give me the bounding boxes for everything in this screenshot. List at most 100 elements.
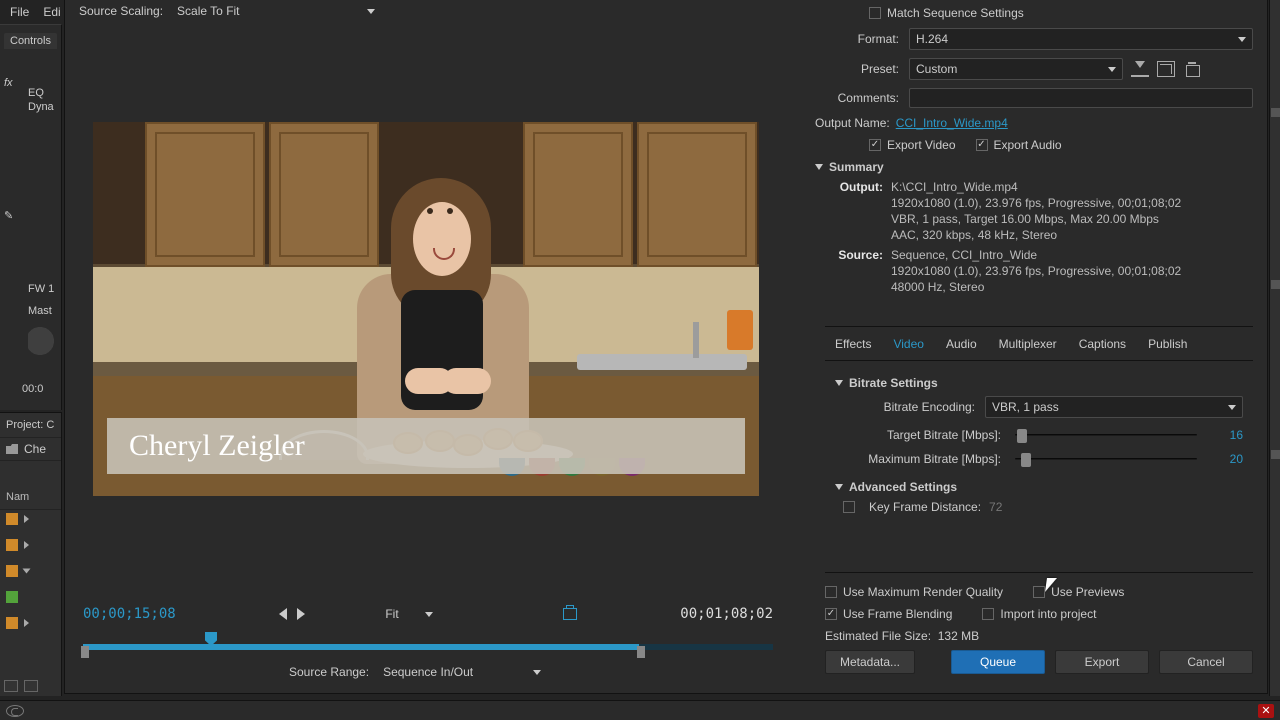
bin-row[interactable] xyxy=(0,536,61,554)
effect-eq[interactable]: EQ xyxy=(28,87,44,99)
step-back-icon[interactable] xyxy=(279,608,287,620)
output-name-link[interactable]: CCI_Intro_Wide.mp4 xyxy=(896,116,1008,130)
label-master: Mast xyxy=(28,305,52,317)
status-bar: ✕ xyxy=(0,700,1280,720)
fx-badge-icon: fx xyxy=(4,77,20,89)
close-icon[interactable]: ✕ xyxy=(1258,704,1274,718)
timecode-current[interactable]: 00;00;15;08 xyxy=(83,606,176,622)
target-bitrate-label: Target Bitrate [Mbps]: xyxy=(835,428,1015,442)
tab-effect-controls[interactable]: Controls xyxy=(4,33,57,49)
out-point-handle[interactable] xyxy=(637,646,645,658)
effect-dynamics[interactable]: Dyna xyxy=(28,101,54,113)
tab-multiplexer[interactable]: Multiplexer xyxy=(995,327,1061,361)
bitrate-section-header[interactable]: Bitrate Settings xyxy=(835,376,1243,390)
icon-view-icon[interactable] xyxy=(24,680,38,692)
advanced-section-header[interactable]: Advanced Settings xyxy=(835,480,1243,494)
tab-effects[interactable]: Effects xyxy=(831,327,875,361)
chevron-down-icon xyxy=(425,612,433,617)
queue-button[interactable]: Queue xyxy=(951,650,1045,674)
zoom-fit-dropdown[interactable]: Fit xyxy=(379,606,438,622)
estimated-size-label: Estimated File Size: xyxy=(825,629,931,643)
delete-preset-icon[interactable] xyxy=(1183,61,1201,77)
timeline-scrubber[interactable] xyxy=(83,632,773,660)
chevron-down-icon xyxy=(835,380,843,386)
source-range-dropdown[interactable]: Sequence In/Out xyxy=(377,664,547,680)
max-bitrate-value[interactable]: 20 xyxy=(1197,452,1243,466)
tab-publish[interactable]: Publish xyxy=(1144,327,1191,361)
bin-row[interactable] xyxy=(0,510,61,528)
menu-file[interactable]: File xyxy=(10,5,29,19)
cancel-button[interactable]: Cancel xyxy=(1159,650,1253,674)
target-bitrate-slider[interactable] xyxy=(1015,434,1197,436)
keyframe-distance-value: 72 xyxy=(989,500,1002,514)
source-range-label: Source Range: xyxy=(289,665,369,679)
step-forward-icon[interactable] xyxy=(297,608,305,620)
format-dropdown[interactable]: H.264 xyxy=(909,28,1253,50)
label-match-sequence: Match Sequence Settings xyxy=(887,6,1024,20)
chevron-down-icon xyxy=(1228,405,1236,410)
label-fw: FW 1 xyxy=(28,283,54,295)
timecode-duration: 00;01;08;02 xyxy=(680,606,773,622)
preview-monitor[interactable]: Cheryl Zeigler xyxy=(93,122,759,496)
creative-cloud-icon[interactable] xyxy=(6,705,24,717)
list-view-icon[interactable] xyxy=(4,680,18,692)
checkbox-max-render[interactable] xyxy=(825,586,837,598)
estimated-size-value: 132 MB xyxy=(938,629,979,643)
source-scaling-dropdown[interactable]: Scale To Fit xyxy=(171,2,381,20)
format-label: Format: xyxy=(815,32,909,46)
checkbox-export-video[interactable] xyxy=(869,139,881,151)
source-scaling-label: Source Scaling: xyxy=(79,4,163,18)
export-tabs: Effects Video Audio Multiplexer Captions… xyxy=(825,326,1253,361)
menu-edit[interactable]: Edi xyxy=(43,5,60,19)
project-panel: Project: C Che Nam xyxy=(0,412,62,696)
export-options: Use Maximum Render Quality Use Previews … xyxy=(825,572,1253,643)
tab-video[interactable]: Video xyxy=(889,327,927,361)
lower-third: Cheryl Zeigler xyxy=(107,418,745,474)
project-search-input[interactable]: Che xyxy=(24,442,46,456)
tab-captions[interactable]: Captions xyxy=(1075,327,1130,361)
checkbox-use-previews[interactable] xyxy=(1033,586,1045,598)
target-bitrate-value[interactable]: 16 xyxy=(1197,428,1243,442)
checkbox-export-audio[interactable] xyxy=(976,139,988,151)
video-settings-panel: Bitrate Settings Bitrate Encoding: VBR, … xyxy=(825,362,1253,522)
bin-row[interactable] xyxy=(0,614,61,632)
metadata-button[interactable]: Metadata... xyxy=(825,650,915,674)
checkbox-frame-blending[interactable] xyxy=(825,608,837,620)
bin-row[interactable] xyxy=(0,588,61,606)
max-bitrate-label: Maximum Bitrate [Mbps]: xyxy=(835,452,1015,466)
bitrate-encoding-label: Bitrate Encoding: xyxy=(845,400,985,414)
project-panel-title: Project: C xyxy=(0,413,61,438)
export-settings-dialog: Source Scaling: Scale To Fit Cheryl Zeig… xyxy=(64,0,1268,694)
export-settings-panel: Match Sequence Settings Format: H.264 Pr… xyxy=(815,6,1253,296)
checkbox-keyframe-distance[interactable] xyxy=(843,501,855,513)
comments-input[interactable] xyxy=(909,88,1253,108)
keyframe-distance-label: Key Frame Distance: xyxy=(869,500,981,514)
checkbox-import-project[interactable] xyxy=(982,608,994,620)
column-name[interactable]: Nam xyxy=(0,485,61,510)
chevron-down-icon xyxy=(533,670,541,675)
crop-output-icon[interactable] xyxy=(563,608,577,620)
right-scrollbar[interactable] xyxy=(1269,0,1280,696)
tab-audio[interactable]: Audio xyxy=(942,327,981,361)
bin-row[interactable] xyxy=(0,562,61,580)
chevron-down-icon xyxy=(1238,37,1246,42)
pen-icon[interactable]: ✎ xyxy=(4,209,20,222)
bitrate-encoding-dropdown[interactable]: VBR, 1 pass xyxy=(985,396,1243,418)
preset-dropdown[interactable]: Custom xyxy=(909,58,1123,80)
dialog-buttons: Metadata... Queue Export Cancel xyxy=(825,650,1253,674)
preset-label: Preset: xyxy=(815,62,909,76)
save-preset-icon[interactable] xyxy=(1131,61,1149,77)
summary-section-header[interactable]: Summary xyxy=(815,160,1253,174)
export-button[interactable]: Export xyxy=(1055,650,1149,674)
chevron-down-icon xyxy=(1108,67,1116,72)
chevron-down-icon xyxy=(835,484,843,490)
panel-timecode: 00:0 xyxy=(22,383,43,395)
summary-block: Output:K:\CCI_Intro_Wide.mp4 1920x1080 (… xyxy=(831,180,1253,294)
output-name-label: Output Name: xyxy=(815,116,896,130)
in-point-handle[interactable] xyxy=(81,646,89,658)
import-preset-icon[interactable] xyxy=(1157,61,1175,77)
max-bitrate-slider[interactable] xyxy=(1015,458,1197,460)
checkbox-match-sequence[interactable] xyxy=(869,7,881,19)
effect-controls-panel: Controls fx ✎ EQ Dyna FW 1 Mast 00:0 xyxy=(0,24,62,410)
folder-icon[interactable] xyxy=(6,444,18,454)
